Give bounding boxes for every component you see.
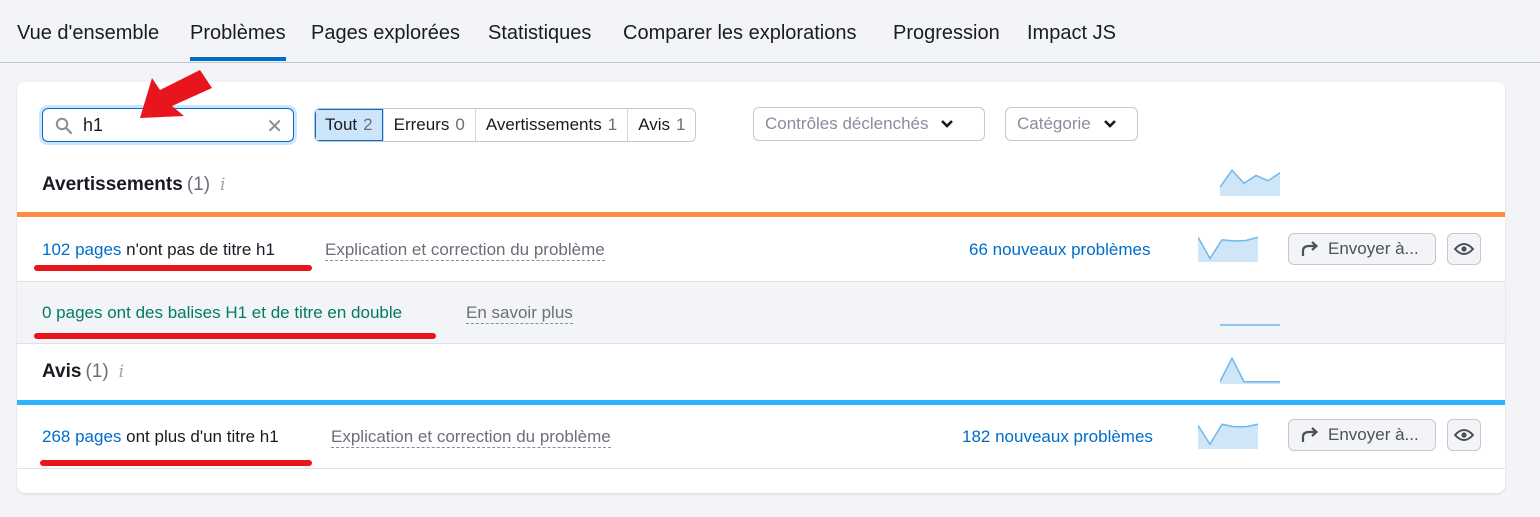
issue-description: 268 pages ont plus d'un titre h1 <box>42 427 279 447</box>
filter-all[interactable]: Tout 2 <box>315 109 383 141</box>
tab-compare-crawls[interactable]: Comparer les explorations <box>623 22 856 45</box>
filter-count: 1 <box>607 115 618 134</box>
filter-count: 2 <box>363 115 373 134</box>
filter-label: Tout <box>325 115 358 134</box>
info-icon[interactable]: i <box>220 175 225 195</box>
notices-section-title: Avis (1) i <box>42 361 124 383</box>
section-count: (1) <box>85 361 109 382</box>
share-arrow-icon <box>1301 427 1319 442</box>
filter-count: 0 <box>455 115 465 134</box>
section-count: (1) <box>186 174 211 195</box>
send-to-label: Envoyer à... <box>1328 425 1419 444</box>
affected-pages-link[interactable]: 268 pages <box>42 427 121 446</box>
filter-count: 1 <box>676 115 686 134</box>
sparkline-area <box>1220 358 1280 384</box>
tab-overview[interactable]: Vue d'ensemble <box>17 22 159 45</box>
annotation-underline <box>40 460 312 466</box>
tab-js-impact[interactable]: Impact JS <box>1027 22 1116 45</box>
issue-trend-sparkline <box>1220 324 1280 326</box>
dropdown-label: Catégorie <box>1017 114 1091 133</box>
tab-statistics[interactable]: Statistiques <box>488 22 591 45</box>
learn-more-link[interactable]: En savoir plus <box>466 303 573 324</box>
share-arrow-icon <box>1301 241 1319 256</box>
eye-icon <box>1454 243 1474 255</box>
annotation-underline <box>34 265 312 271</box>
tab-bar: Vue d'ensemble Problèmes Pages explorées… <box>0 0 1540 63</box>
issue-text: ont plus d'un titre h1 <box>121 427 279 446</box>
tab-crawled-pages[interactable]: Pages explorées <box>311 22 460 45</box>
chevron-down-icon <box>1103 120 1116 128</box>
search-value[interactable]: h1 <box>83 115 103 136</box>
new-issues-link[interactable]: 66 nouveaux problèmes <box>969 240 1150 260</box>
new-issues-link[interactable]: 182 nouveaux problèmes <box>962 427 1153 447</box>
send-to-button[interactable]: Envoyer à... <box>1288 233 1436 265</box>
view-button[interactable] <box>1447 419 1481 451</box>
filter-errors[interactable]: Erreurs 0 <box>382 109 475 141</box>
annotation-arrow-icon <box>140 70 212 118</box>
notices-trend-sparkline <box>1220 356 1280 384</box>
warnings-trend-sparkline <box>1220 169 1280 196</box>
warnings-section-title: Avertissements (1) i <box>42 174 225 196</box>
issue-help-link[interactable]: Explication et correction du problème <box>331 427 611 448</box>
tab-issues[interactable]: Problèmes <box>190 22 286 61</box>
filter-notices[interactable]: Avis 1 <box>627 109 695 141</box>
section-title-text: Avis <box>42 361 82 382</box>
filter-warnings[interactable]: Avertissements 1 <box>474 109 627 141</box>
filter-label: Erreurs <box>393 115 450 134</box>
dropdown-label: Contrôles déclenchés <box>765 114 929 133</box>
issue-help-link[interactable]: Explication et correction du problème <box>325 240 605 261</box>
issue-text: n'ont pas de titre h1 <box>121 240 275 259</box>
search-icon <box>55 117 73 135</box>
chevron-down-icon <box>941 120 954 128</box>
issue-description: 102 pages n'ont pas de titre h1 <box>42 240 275 260</box>
send-to-button[interactable]: Envoyer à... <box>1288 419 1436 451</box>
annotation-underline <box>34 333 436 339</box>
info-icon[interactable]: i <box>119 362 124 382</box>
view-button[interactable] <box>1447 233 1481 265</box>
section-title-text: Avertissements <box>42 174 183 195</box>
tab-progress[interactable]: Progression <box>893 22 1000 45</box>
issues-card: h1 ✕ Tout 2 Erreurs 0 Avertissements 1 Avis… <box>17 82 1505 493</box>
filter-label: Avis <box>638 115 670 134</box>
clear-search-icon[interactable]: ✕ <box>266 114 283 139</box>
issue-type-filter: Tout 2 Erreurs 0 Avertissements 1 Avis 1 <box>314 108 697 142</box>
sparkline-area <box>1198 424 1258 449</box>
triggered-checks-dropdown[interactable]: Contrôles déclenchés <box>753 107 985 141</box>
eye-icon <box>1454 429 1474 441</box>
issue-trend-sparkline <box>1198 423 1258 449</box>
filter-label: Avertissements <box>485 115 602 134</box>
category-dropdown[interactable]: Catégorie <box>1005 107 1138 141</box>
issue-row: 102 pages n'ont pas de titre h1 Explicat… <box>17 217 1505 282</box>
issue-trend-sparkline <box>1198 236 1258 262</box>
issue-description[interactable]: 0 pages ont des balises H1 et de titre e… <box>42 303 402 323</box>
affected-pages-link[interactable]: 102 pages <box>42 240 121 259</box>
send-to-label: Envoyer à... <box>1328 239 1419 258</box>
